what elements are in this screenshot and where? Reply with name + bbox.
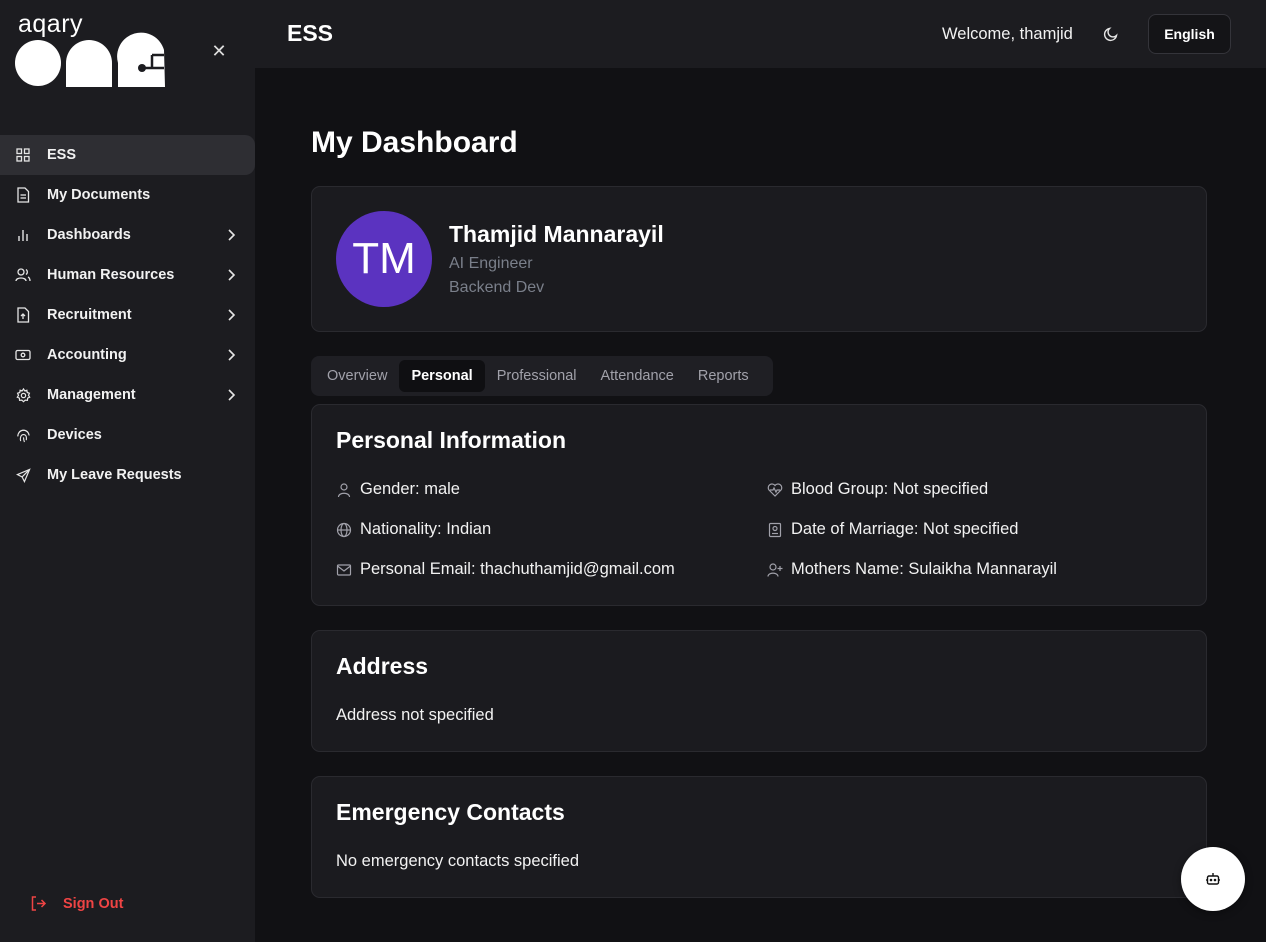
sidebar-item-label: Recruitment: [47, 307, 132, 323]
file-upload-icon: [15, 307, 31, 323]
profile-role: AI Engineer: [449, 255, 533, 272]
blood-group-row: Blood Group: Not specified: [767, 480, 988, 499]
id-card-icon: [768, 522, 782, 537]
close-sidebar-icon[interactable]: ✕: [210, 42, 228, 60]
sign-out-icon: [30, 895, 47, 912]
sidebar-item-label: Management: [47, 387, 136, 403]
tab-overview[interactable]: Overview: [315, 360, 399, 392]
marriage-value: Date of Marriage: Not specified: [791, 520, 1019, 538]
grid-icon: [15, 147, 31, 163]
fingerprint-icon: [15, 427, 31, 443]
nationality-row: Nationality: Indian: [336, 520, 491, 539]
emergency-contacts-card: Emergency Contacts No emergency contacts…: [311, 776, 1207, 898]
chevron-right-icon: [228, 309, 236, 321]
aqary-one-logo[interactable]: aqary: [14, 10, 169, 90]
welcome-text: Welcome, thamjid: [942, 25, 1073, 43]
chevron-right-icon: [228, 269, 236, 281]
tab-reports[interactable]: Reports: [686, 360, 761, 392]
sidebar-item-human-resources[interactable]: Human Resources: [0, 255, 255, 295]
page-title: My Dashboard: [311, 126, 518, 159]
mothers-name-row: Mothers Name: Sulaikha Mannarayil: [767, 560, 1057, 579]
sidebar-item-label: Accounting: [47, 347, 127, 363]
chatbot-button[interactable]: [1181, 847, 1245, 911]
section-title: Address: [336, 653, 429, 679]
sign-out-label: Sign Out: [63, 895, 124, 912]
logo-wordmark-icon: [15, 32, 165, 87]
blood-group-value: Blood Group: Not specified: [791, 480, 989, 498]
sidebar-item-label: My Documents: [47, 187, 151, 203]
sign-out-button[interactable]: Sign Out: [30, 895, 123, 912]
section-title: Emergency Contacts: [336, 799, 565, 825]
emergency-text: No emergency contacts specified: [336, 852, 580, 870]
globe-icon: [336, 522, 352, 537]
top-header: ESS Welcome, thamjid English: [255, 0, 1266, 68]
header-title: ESS: [287, 20, 334, 46]
sidebar-item-label: My Leave Requests: [47, 467, 182, 483]
moon-icon[interactable]: [1103, 26, 1119, 42]
bar-chart-icon: [15, 227, 31, 243]
sidebar-item-recruitment[interactable]: Recruitment: [0, 295, 255, 335]
personal-information-card: Personal Information Gender: male Nation…: [311, 404, 1207, 606]
heart-pulse-icon: [767, 482, 783, 497]
chevron-right-icon: [228, 349, 236, 361]
email-value: Personal Email: thachuthamjid@gmail.com: [360, 560, 675, 578]
profile-department: Backend Dev: [449, 279, 545, 296]
tab-professional[interactable]: Professional: [485, 360, 589, 392]
section-title: Personal Information: [336, 427, 567, 453]
mothers-name-value: Mothers Name: Sulaikha Mannarayil: [791, 560, 1057, 578]
tab-personal[interactable]: Personal: [399, 360, 485, 392]
language-button[interactable]: English: [1148, 14, 1231, 54]
mail-icon: [336, 563, 352, 576]
avatar: TM: [336, 211, 432, 307]
tab-attendance[interactable]: Attendance: [588, 360, 685, 392]
sidebar-item-label: Devices: [47, 427, 102, 443]
marriage-row: Date of Marriage: Not specified: [767, 520, 1018, 539]
nationality-value: Nationality: Indian: [360, 520, 492, 538]
sidebar-item-management[interactable]: Management: [0, 375, 255, 415]
user-plus-icon: [767, 562, 783, 577]
address-card: Address Address not specified: [311, 630, 1207, 752]
users-icon: [15, 267, 31, 283]
sidebar-item-ess[interactable]: ESS: [0, 135, 255, 175]
address-text: Address not specified: [336, 706, 494, 724]
plane-icon: [15, 467, 31, 483]
sidebar-item-label: Dashboards: [47, 227, 131, 243]
sidebar: aqary ✕ ESS My Documents Dashboards Huma…: [0, 0, 255, 942]
email-row: Personal Email: thachuthamjid@gmail.com: [336, 560, 675, 579]
gender-row: Gender: male: [336, 480, 460, 499]
sidebar-item-my-documents[interactable]: My Documents: [0, 175, 255, 215]
bot-icon: [1206, 873, 1220, 885]
gear-icon: [15, 387, 31, 403]
user-icon: [337, 482, 351, 497]
sidebar-nav: ESS My Documents Dashboards Human Resour…: [0, 135, 255, 495]
sidebar-item-devices[interactable]: Devices: [0, 415, 255, 455]
document-icon: [15, 187, 31, 203]
profile-card: TM Thamjid Mannarayil AI Engineer Backen…: [311, 186, 1207, 332]
sidebar-item-label: ESS: [47, 147, 77, 163]
sidebar-item-label: Human Resources: [47, 267, 175, 283]
gender-value: Gender: male: [360, 480, 460, 498]
profile-name: Thamjid Mannarayil: [449, 221, 664, 247]
sidebar-item-accounting[interactable]: Accounting: [0, 335, 255, 375]
chevron-right-icon: [228, 389, 236, 401]
sidebar-item-my-leave-requests[interactable]: My Leave Requests: [0, 455, 255, 495]
sidebar-item-dashboards[interactable]: Dashboards: [0, 215, 255, 255]
banknote-icon: [15, 347, 31, 363]
chevron-right-icon: [228, 229, 236, 241]
profile-tabs: Overview Personal Professional Attendanc…: [311, 356, 773, 396]
